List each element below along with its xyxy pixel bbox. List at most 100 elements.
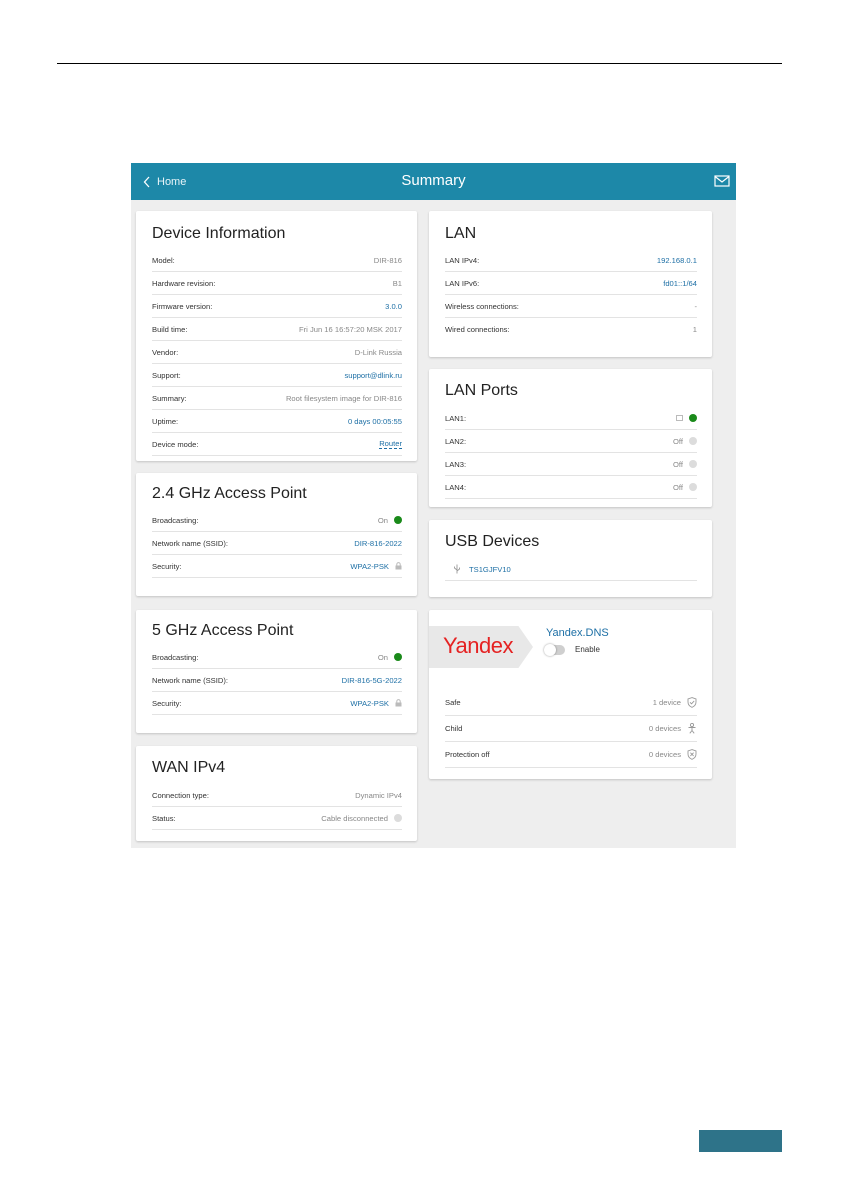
ap-24ghz-card[interactable]: 2.4 GHz Access Point Broadcasting: On Net… (136, 473, 417, 596)
row-value: On (377, 515, 388, 525)
row-value: Fri Jun 16 16:57:20 MSK 2017 (298, 324, 402, 334)
firmware-version-link[interactable]: 3.0.0 (385, 302, 402, 311)
info-row-build-time: Build time: Fri Jun 16 16:57:20 MSK 2017 (152, 318, 402, 341)
row-value: 0 devices (648, 750, 681, 759)
ssid-link[interactable]: DIR-816-5G-2022 (342, 676, 402, 685)
row-label: Summary: (152, 393, 187, 403)
info-row-vendor: Vendor: D-Link Russia (152, 341, 402, 364)
row-label: Wired connections: (445, 324, 510, 334)
row-value: 1 device (652, 698, 681, 707)
wan-row-connection-type: Connection type: Dynamic IPv4 (152, 784, 402, 807)
status-off-icon (689, 460, 697, 468)
row-label: Security: (152, 698, 182, 708)
ethernet-icon (676, 415, 683, 421)
row-value: Off (673, 436, 683, 446)
mail-icon[interactable] (714, 175, 730, 187)
lan-card[interactable]: LAN LAN IPv4: 192.168.0.1 LAN IPv6: fd01::… (429, 211, 712, 357)
row-label: LAN IPv6: (445, 278, 480, 288)
support-email-link[interactable]: support@dlink.ru (344, 371, 402, 380)
row-label: Broadcasting: (152, 652, 199, 662)
info-row-uptime: Uptime: 0 days 00:05:55 (152, 410, 402, 433)
toggle-knob (544, 644, 556, 656)
lan-port-row: LAN4: Off (445, 476, 697, 499)
row-value: Off (673, 482, 683, 492)
ap24-row-broadcasting: Broadcasting: On (152, 509, 402, 532)
row-label: Broadcasting: (152, 515, 199, 525)
row-value: DIR-816 (373, 255, 402, 265)
enable-label: Enable (575, 645, 600, 654)
ap5-row-security: Security: WPA2-PSK (152, 692, 402, 715)
ap24-row-security: Security: WPA2-PSK (152, 555, 402, 578)
ap5-row-broadcasting: Broadcasting: On (152, 646, 402, 669)
uptime-value: 0 days 00:05:55 (347, 416, 402, 426)
status-on-icon (689, 414, 697, 422)
yandex-dns-link[interactable]: Yandex.DNS (546, 627, 609, 639)
lan-row-ipv6: LAN IPv6: fd01::1/64 (445, 272, 697, 295)
page-number-tab (699, 1130, 782, 1152)
usb-devices-card[interactable]: USB Devices TS1GJFV10 (429, 520, 712, 597)
row-label: Child (445, 724, 463, 733)
info-row-support: Support: support@dlink.ru (152, 364, 402, 387)
page-title: Summary (401, 172, 466, 189)
row-label: Wireless connections: (445, 301, 519, 311)
row-label: Network name (SSID): (152, 675, 228, 685)
security-link[interactable]: WPA2-PSK (350, 562, 389, 571)
status-off-icon (689, 483, 697, 491)
row-label: Device mode: (152, 439, 199, 449)
ap-5ghz-card[interactable]: 5 GHz Access Point Broadcasting: On Netwo… (136, 610, 417, 733)
row-label: Firmware version: (152, 301, 213, 311)
lock-icon (395, 699, 402, 707)
yandex-dns-enable-toggle[interactable] (544, 644, 565, 656)
row-label: Build time: (152, 324, 188, 334)
row-label: Connection type: (152, 790, 209, 800)
row-value: 0 devices (648, 724, 681, 733)
shield-check-icon (687, 697, 697, 708)
status-on-icon (394, 516, 402, 524)
row-value: B1 (392, 278, 402, 288)
row-label: Protection off (445, 750, 490, 759)
wan-ipv4-card[interactable]: WAN IPv4 Connection type: Dynamic IPv4 St… (136, 746, 417, 841)
lock-icon (395, 562, 402, 570)
lan-row-wired: Wired connections: 1 (445, 318, 697, 340)
row-label: Hardware revision: (152, 278, 216, 288)
ssid-link[interactable]: DIR-816-2022 (354, 539, 402, 548)
usb-device-row[interactable]: TS1GJFV10 (445, 558, 697, 581)
router-web-ui: Home Summary Device Information Model: DI… (131, 163, 736, 848)
page-top-rule (57, 63, 782, 64)
child-icon (688, 723, 696, 734)
status-off-icon (689, 437, 697, 445)
yandex-row-child: Child 0 devices (445, 716, 697, 742)
lan-row-wireless: Wireless connections: - (445, 295, 697, 318)
wan-ipv4-title: WAN IPv4 (152, 759, 226, 776)
row-label: Support: (152, 370, 181, 380)
ap24-row-ssid: Network name (SSID): DIR-816-2022 (152, 532, 402, 555)
yandex-row-protection-off: Protection off 0 devices (445, 742, 697, 768)
info-row-device-mode: Device mode: Router (152, 433, 402, 456)
lan-ipv4-link[interactable]: 192.168.0.1 (657, 256, 697, 265)
security-link[interactable]: WPA2-PSK (350, 699, 389, 708)
shield-x-icon (687, 749, 697, 760)
wan-row-status: Status: Cable disconnected (152, 807, 402, 830)
lan-ipv6-link[interactable]: fd01::1/64 (663, 279, 697, 288)
info-row-model: Model: DIR-816 (152, 249, 402, 272)
row-label: Network name (SSID): (152, 538, 228, 548)
lan-port-row: LAN1: (445, 407, 697, 430)
row-label: Security: (152, 561, 182, 571)
ap5-row-ssid: Network name (SSID): DIR-816-5G-2022 (152, 669, 402, 692)
row-value: Cable disconnected (321, 813, 388, 823)
lan-ports-title: LAN Ports (445, 382, 518, 399)
row-label: LAN IPv4: (445, 255, 480, 265)
lan-ports-card[interactable]: LAN Ports LAN1: LAN2: Off LAN3: Off LAN4: O… (429, 369, 712, 507)
row-value: Root filesystem image for DIR-816 (285, 393, 402, 403)
lan-title: LAN (445, 225, 477, 242)
device-information-title: Device Information (152, 225, 286, 242)
row-value: Dynamic IPv4 (355, 790, 402, 800)
yandex-logo-text: Yandex (443, 633, 513, 658)
row-label: Model: (152, 255, 175, 265)
row-label: Safe (445, 698, 461, 707)
usb-device-name: TS1GJFV10 (469, 564, 511, 574)
row-value: - (694, 301, 697, 311)
status-on-icon (394, 653, 402, 661)
device-mode-link[interactable]: Router (379, 439, 402, 449)
usb-icon (454, 564, 460, 574)
